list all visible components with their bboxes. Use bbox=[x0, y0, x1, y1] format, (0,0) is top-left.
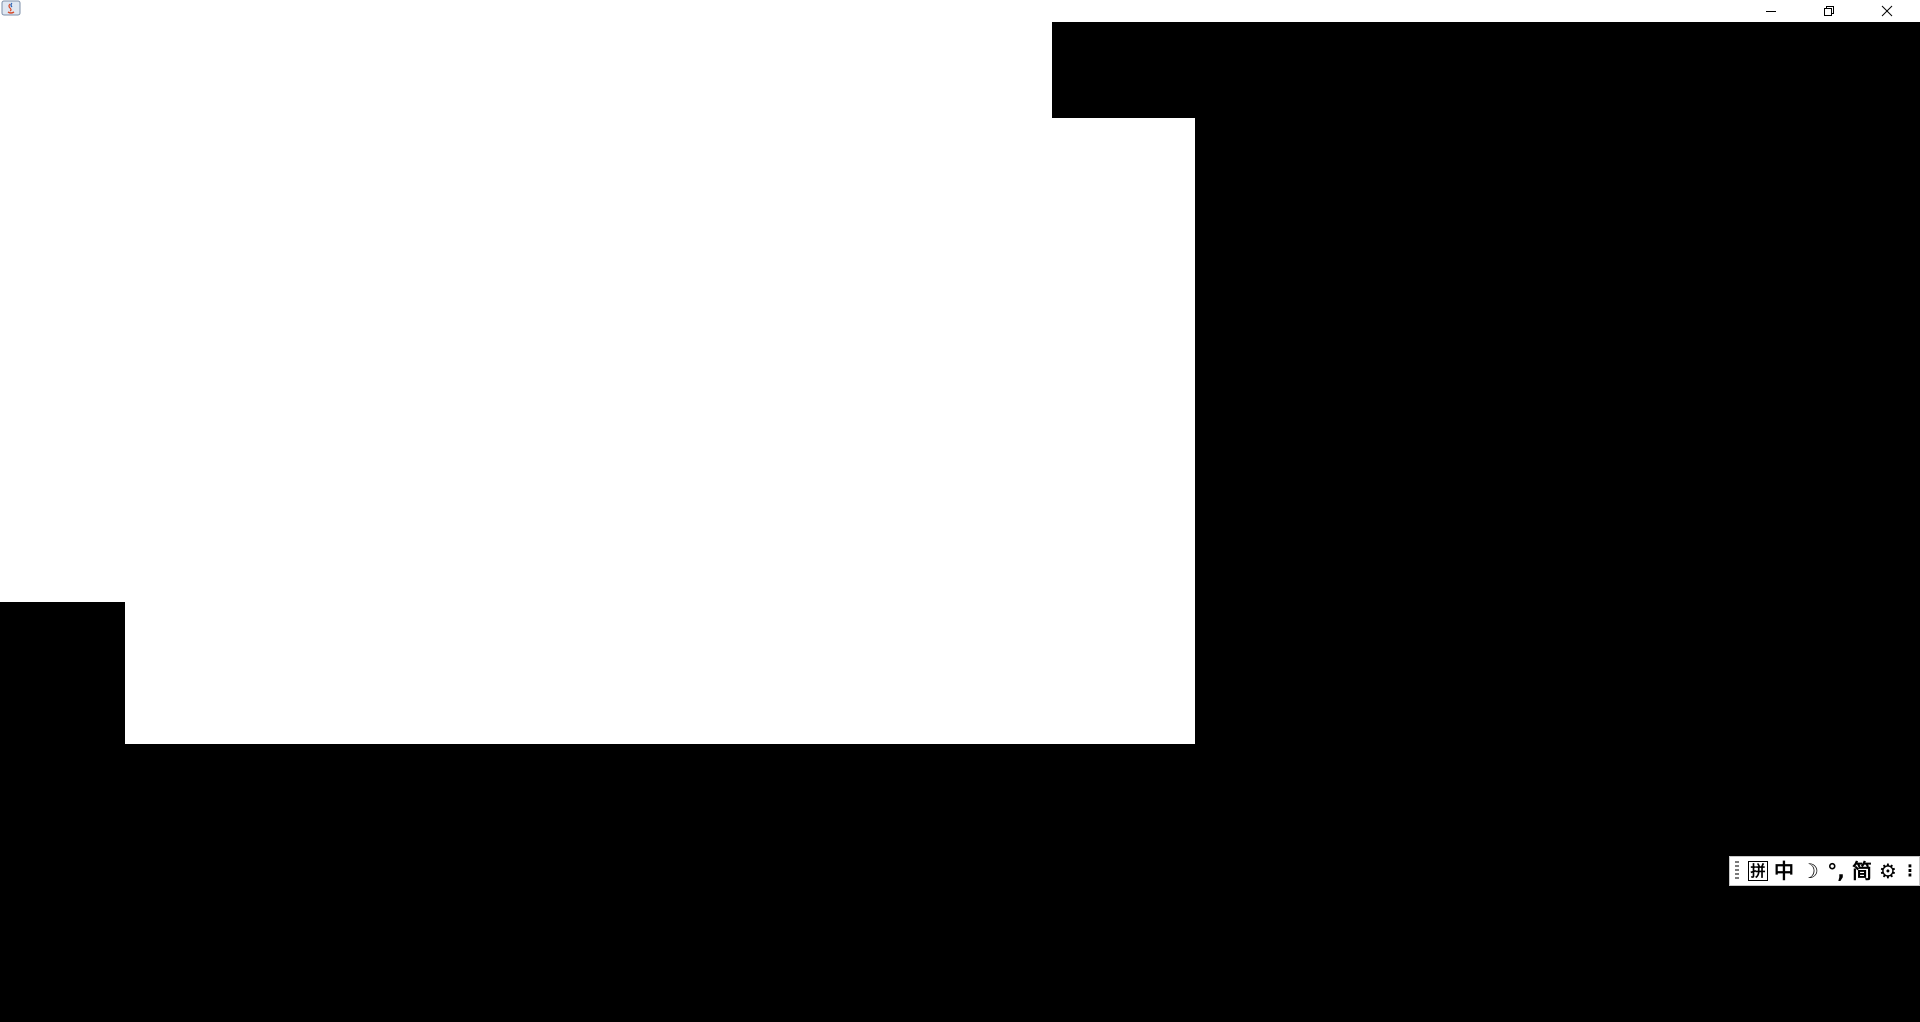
restore-button[interactable] bbox=[1800, 0, 1858, 22]
ime-pinyin-mode-button[interactable]: 拼 bbox=[1745, 858, 1771, 884]
close-button[interactable] bbox=[1858, 0, 1916, 22]
restore-icon bbox=[1824, 6, 1834, 16]
window-titlebar bbox=[0, 0, 1920, 22]
canvas-area-top-left bbox=[0, 22, 1052, 602]
ime-drag-handle[interactable] bbox=[1735, 861, 1739, 881]
java-app-icon[interactable] bbox=[1, 0, 21, 16]
ime-punctuation-toggle[interactable]: °, bbox=[1823, 858, 1849, 884]
ime-toolbar: 拼 中 ☽ °, 简 ⚙ ⋮ bbox=[1729, 856, 1920, 886]
minimize-button[interactable] bbox=[1742, 0, 1800, 22]
ime-more-icon[interactable]: ⋮ bbox=[1901, 858, 1919, 884]
ime-settings-icon[interactable]: ⚙ bbox=[1875, 858, 1901, 884]
minimize-icon bbox=[1766, 11, 1776, 12]
close-icon bbox=[1881, 5, 1893, 17]
canvas-area-bottom bbox=[125, 602, 1195, 744]
ime-language-toggle[interactable]: 中 bbox=[1771, 858, 1797, 884]
ime-half-full-width-toggle[interactable]: ☽ bbox=[1797, 858, 1823, 884]
ime-simplified-toggle[interactable]: 简 bbox=[1849, 858, 1875, 884]
canvas-area-right bbox=[1052, 118, 1195, 602]
pinyin-icon: 拼 bbox=[1748, 861, 1768, 881]
